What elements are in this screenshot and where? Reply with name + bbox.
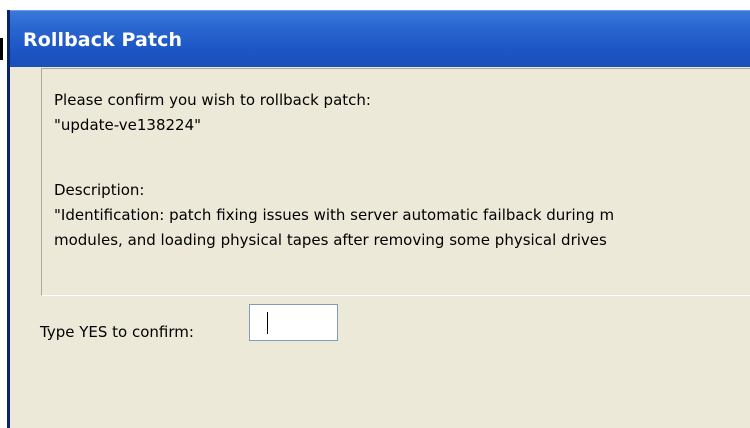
- title-bar[interactable]: Rollback Patch: [10, 10, 750, 67]
- rollback-patch-dialog: Rollback Patch Please confirm you wish t…: [7, 10, 750, 428]
- confirm-prompt: Please confirm you wish to rollback patc…: [54, 91, 371, 109]
- background-window-edge: [0, 38, 3, 60]
- confirm-label: Type YES to confirm:: [40, 323, 194, 341]
- description-line-2: modules, and loading physical tapes afte…: [54, 231, 607, 249]
- text-caret: [267, 312, 268, 334]
- patch-name: "update-ve138224": [54, 116, 202, 134]
- dialog-title: Rollback Patch: [23, 29, 183, 51]
- description-line-1: "Identification: patch fixing issues wit…: [54, 206, 615, 224]
- screen: Rollback Patch Please confirm you wish t…: [0, 0, 750, 428]
- description-label: Description:: [54, 181, 145, 199]
- confirm-input[interactable]: [249, 304, 338, 341]
- patch-info-panel: Please confirm you wish to rollback patc…: [41, 68, 750, 296]
